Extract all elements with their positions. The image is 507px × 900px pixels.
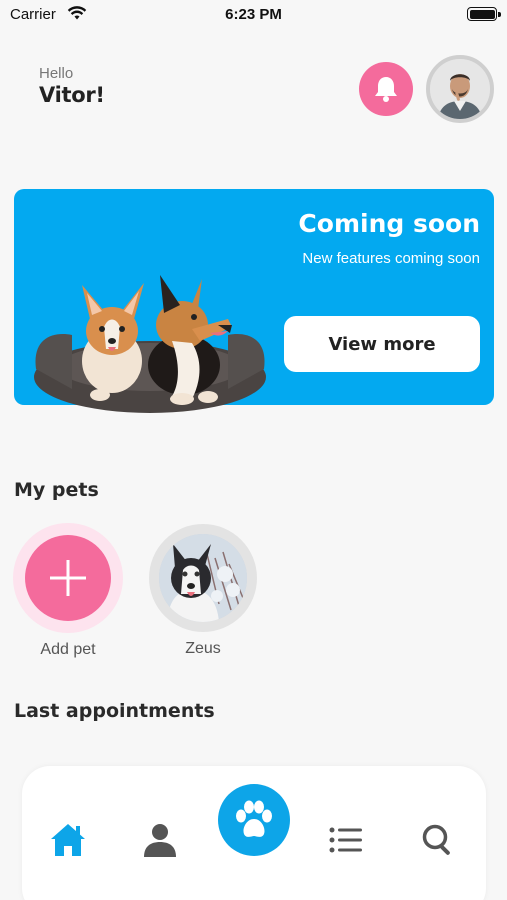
plus-icon	[50, 560, 86, 596]
add-pet-label: Add pet	[40, 641, 96, 658]
notifications-button[interactable]	[359, 62, 413, 116]
home-icon	[51, 824, 85, 856]
nav-search[interactable]	[416, 818, 460, 862]
bottom-nav	[22, 766, 486, 900]
nav-list[interactable]	[324, 818, 368, 862]
promo-banner: Coming soon New features coming soon Vie…	[14, 189, 494, 413]
avatar-photo	[430, 59, 490, 119]
pet-name-label: Zeus	[185, 640, 221, 657]
status-bar: Carrier 6:23 PM	[0, 0, 507, 30]
paw-icon	[236, 800, 272, 837]
nav-profile[interactable]	[138, 818, 182, 862]
greeting-text: Hello	[39, 65, 74, 82]
battery-icon	[467, 7, 501, 21]
banner-subtitle: New features coming soon	[302, 250, 480, 267]
nav-home[interactable]	[46, 818, 90, 862]
user-icon	[144, 824, 176, 857]
nav-pets[interactable]	[218, 784, 290, 856]
last-appointments-title: Last appointments	[14, 700, 215, 722]
clock: 6:23 PM	[225, 6, 282, 23]
add-pet-button[interactable]: Add pet	[13, 523, 123, 659]
list-icon	[329, 827, 362, 853]
user-name: Vitor!	[39, 83, 105, 107]
my-pets-title: My pets	[14, 479, 99, 501]
avatar[interactable]	[426, 55, 494, 123]
husky-photo	[159, 534, 247, 622]
search-icon	[422, 824, 450, 855]
view-more-button[interactable]: View more	[284, 316, 480, 372]
bell-icon	[375, 77, 397, 102]
banner-title: Coming soon	[298, 209, 480, 238]
add-pet-circle[interactable]	[13, 523, 123, 633]
pet-zeus[interactable]: Zeus	[149, 524, 257, 658]
dogs-illustration	[34, 275, 266, 413]
